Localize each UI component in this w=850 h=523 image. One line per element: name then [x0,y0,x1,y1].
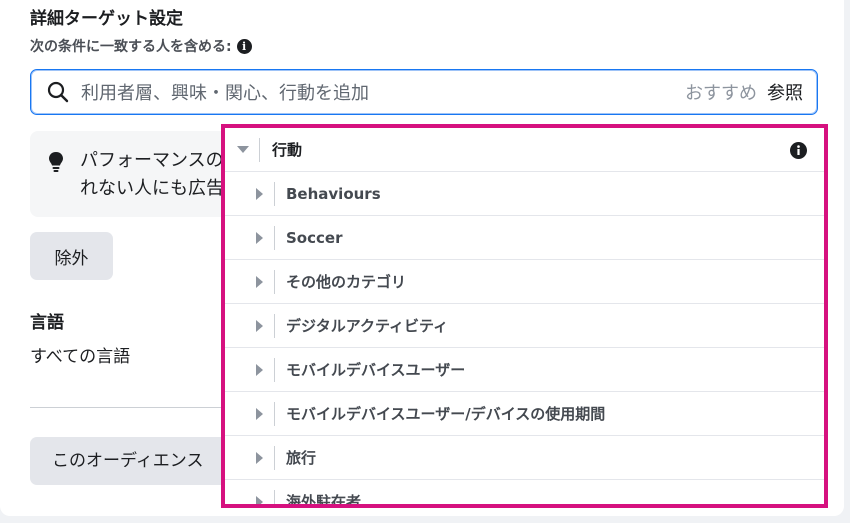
language-value[interactable]: すべての言語 [30,342,130,367]
separator [274,357,275,382]
targeting-search-input[interactable]: 利用者層、興味・関心、行動を追加 おすすめ 参照 [30,69,818,115]
category-header-behaviors[interactable]: 行動 [225,128,824,172]
search-icon [47,81,69,103]
caret-right-icon [256,363,263,376]
section-title: 詳細ターゲット設定 [30,9,183,29]
caret-right-icon [256,231,263,244]
caret-right-icon [256,187,263,200]
audience-button[interactable]: このオーディエンス [30,437,240,485]
separator [274,225,275,250]
exclude-button[interactable]: 除外 [30,232,113,280]
list-item[interactable]: モバイルデバイスユーザー/デバイスの使用期間 [225,392,824,436]
separator [259,137,260,162]
performance-tip: パフォーマンスの れない人にも広告 [30,131,240,217]
list-item[interactable]: Soccer [225,216,824,260]
language-title: 言語 [30,313,64,333]
tip-text: パフォーマンスの れない人にも広告 [80,150,224,199]
list-item-label: 海外駐在者 [286,493,362,508]
search-placeholder: 利用者層、興味・関心、行動を追加 [81,83,369,104]
list-item[interactable]: Behaviours [225,172,824,216]
category-header-label: 行動 [272,141,303,159]
subtitle-text: 次の条件に一致する人を含める: [30,39,232,55]
list-item[interactable]: 海外駐在者 [225,480,824,508]
caret-right-icon [256,319,263,332]
list-item-label: その他のカテゴリ [286,273,407,291]
info-icon[interactable]: i [236,38,252,54]
info-icon[interactable] [790,142,807,159]
browse-dropdown: 行動 Behaviours Soccer その他のカテゴリ デジタルアクティビテ… [221,124,828,508]
caret-down-icon [237,146,249,153]
separator [274,181,275,206]
list-item[interactable]: デジタルアクティビティ [225,304,824,348]
separator [274,269,275,294]
caret-right-icon [256,495,263,504]
suggestions-link[interactable]: おすすめ [685,79,757,105]
divider [30,407,230,408]
list-item-label: Behaviours [286,184,381,203]
caret-right-icon [256,275,263,288]
section-subtitle: 次の条件に一致する人を含める: i [30,36,252,56]
lightbulb-icon [49,152,63,172]
list-item[interactable]: その他のカテゴリ [225,260,824,304]
list-item-label: Soccer [286,228,343,247]
separator [274,313,275,338]
list-item-label: デジタルアクティビティ [286,317,449,335]
separator [274,445,275,470]
caret-right-icon [256,407,263,420]
browse-link[interactable]: 参照 [767,79,803,105]
list-item-label: モバイルデバイスユーザー/デバイスの使用期間 [286,405,606,423]
list-item-label: 旅行 [286,449,317,467]
separator [274,401,275,426]
list-item[interactable]: モバイルデバイスユーザー [225,348,824,392]
caret-right-icon [256,451,263,464]
separator [274,489,275,504]
list-item[interactable]: 旅行 [225,436,824,480]
list-item-label: モバイルデバイスユーザー [286,361,466,379]
